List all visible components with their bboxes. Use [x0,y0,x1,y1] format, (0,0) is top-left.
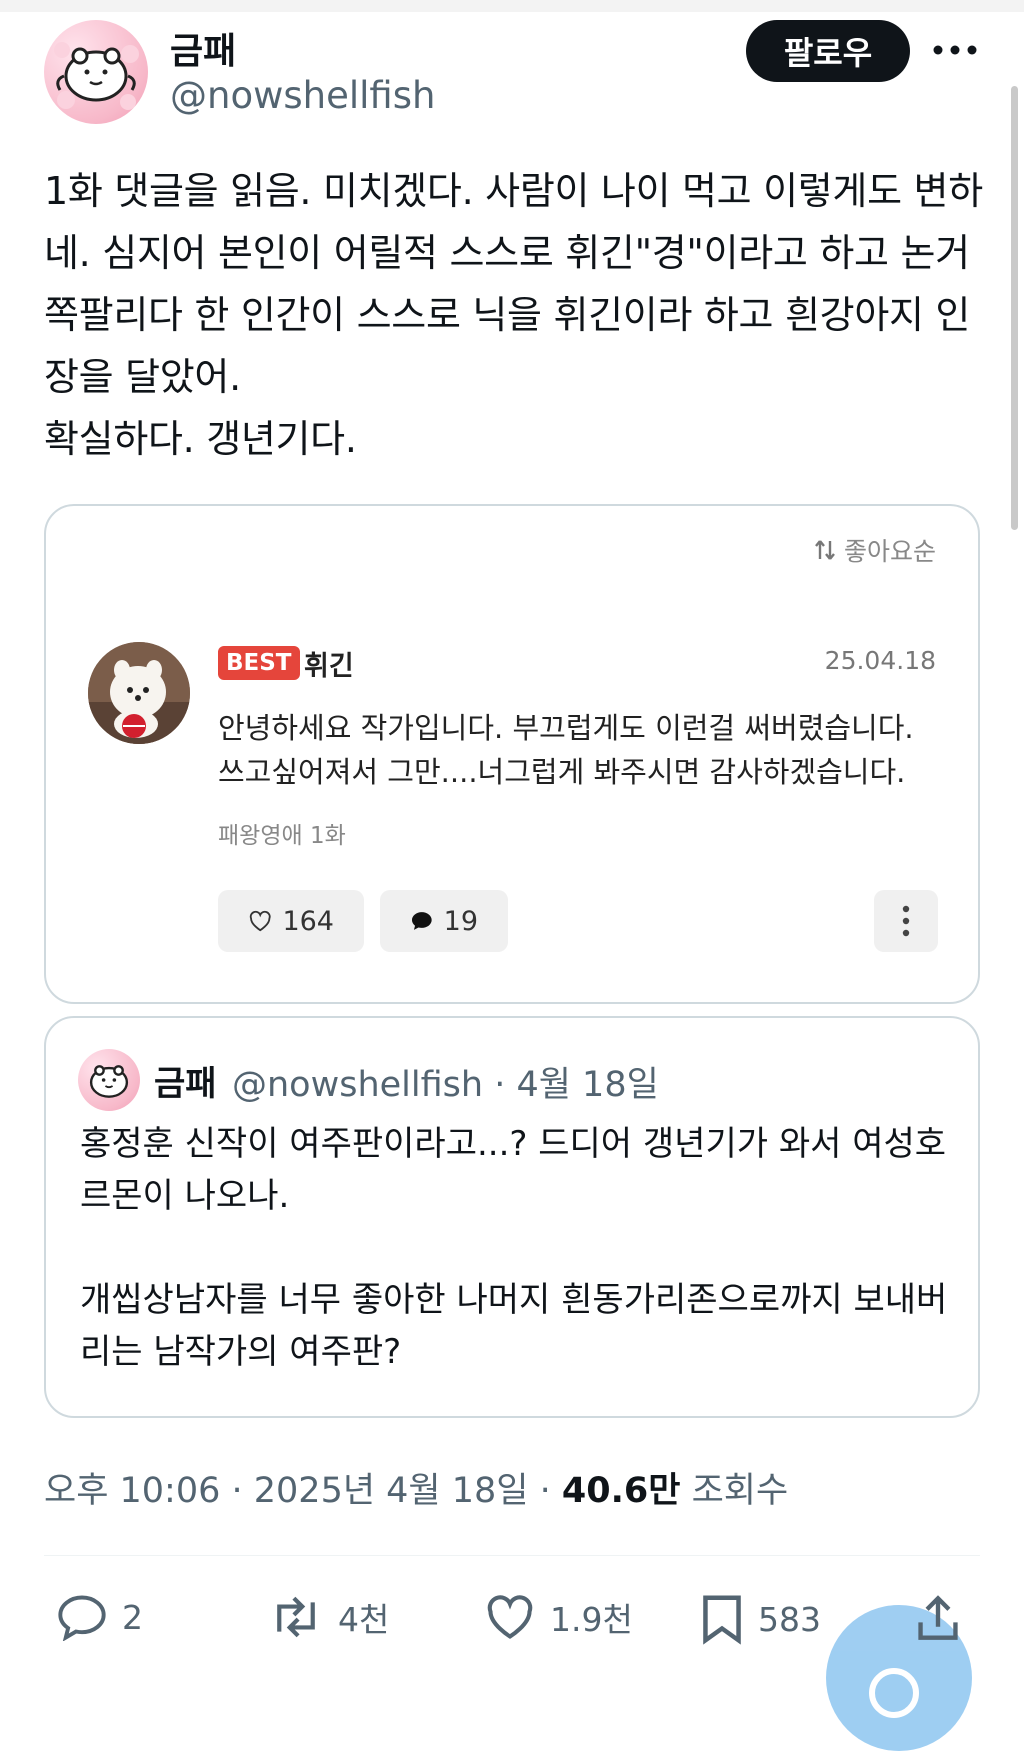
bookmark-button[interactable]: 583 [700,1593,821,1645]
heart-icon [487,1595,533,1639]
quote-display-name: 금패 [154,1064,217,1104]
comment-reply-count: 19 [443,905,478,937]
bookmark-icon [703,1595,741,1645]
display-name[interactable]: 금패 [170,22,236,74]
retweet-icon [277,1596,315,1638]
quote-meta: @nowshellfish · 4월 18일 [232,1065,659,1105]
top-strip [0,0,1024,12]
tweet-text: 1화 댓글을 읽음. 미치겠다. 사람이 나이 먹고 이렇게도 변하네. 심지어… [44,169,983,461]
views-count[interactable]: 40.6만 [562,1471,681,1511]
quote-avatar [78,1049,140,1111]
reply-button[interactable]: 2 [56,1593,143,1641]
profile-avatar[interactable] [44,20,148,124]
speech-bubble-icon [411,912,432,930]
more-vertical-icon [874,890,938,952]
attached-image[interactable]: 좋아요순 BEST 휘긴 25.04.18 안녕하세요 작가입니다. 부끄럽게도… [44,504,980,1004]
reply-icon [58,1595,106,1641]
tweet-timestamp[interactable]: 오후 10:06 · 2025년 4월 18일 · [44,1471,562,1511]
retweet-button[interactable]: 4천 [268,1593,389,1641]
comment-reply-pill: 19 [380,890,508,952]
tweet-metadata: 오후 10:06 · 2025년 4월 18일 · 40.6만 조회수 [44,1462,788,1513]
bookmark-count: 583 [758,1599,821,1639]
like-count: 1.9천 [550,1600,633,1639]
divider [44,1555,980,1556]
comment-episode: 패왕영애 1화 [218,823,346,849]
scrollbar[interactable] [1011,86,1018,530]
commenter-avatar [88,642,190,744]
comment-like-count: 164 [282,905,334,937]
comment-date: 25.04.18 [824,646,936,675]
follow-button[interactable]: 팔로우 [746,20,910,82]
sort-label: 좋아요순 [843,537,936,566]
comment-text: 안녕하세요 작가입니다. 부끄럽게도 이런걸 써버렸습니다. 쓰고싶어져서 그만… [218,711,914,789]
reply-count: 2 [122,1597,143,1637]
views-label: 조회수 [691,1471,789,1511]
best-badge: BEST [218,646,300,680]
share-button[interactable] [914,1593,962,1643]
retweet-count: 4천 [338,1600,390,1639]
quote-text: 홍정훈 신작이 여주판이라고...? 드디어 갱년기가 와서 여성호르몬이 나오… [80,1124,948,1372]
heart-outline-icon [249,910,271,932]
quote-tweet[interactable]: 금패 @nowshellfish · 4월 18일 홍정훈 신작이 여주판이라고… [44,1016,980,1418]
share-icon [918,1595,958,1640]
user-handle[interactable]: @nowshellfish [170,74,435,117]
like-button[interactable]: 1.9천 [484,1593,633,1641]
sort-control: 좋아요순 [814,532,936,568]
more-horizontal-icon[interactable] [930,30,980,70]
comment-author: 휘긴 [304,651,354,682]
comment-like-pill: 164 [218,890,364,952]
sort-icon [815,540,835,560]
